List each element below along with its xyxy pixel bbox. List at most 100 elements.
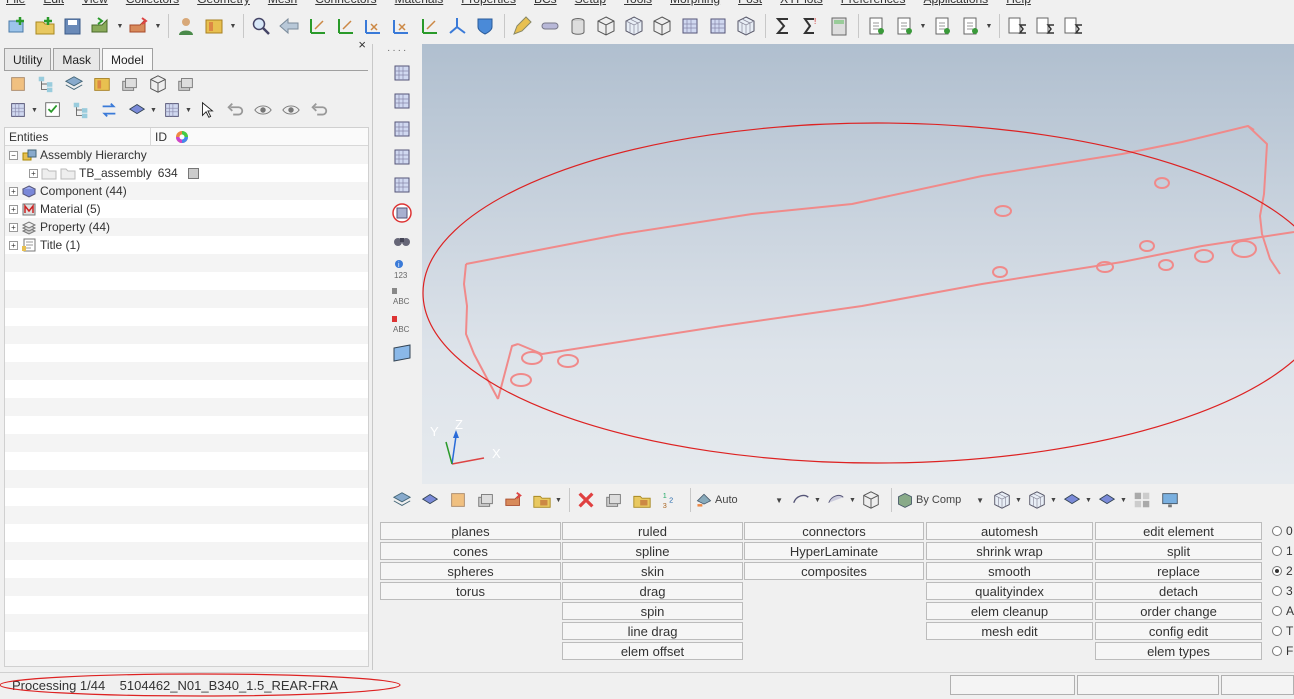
panel-button-automesh[interactable]: automesh	[926, 522, 1093, 540]
dropdown-arrow-icon[interactable]: ▼	[985, 13, 993, 39]
rotate-x-button[interactable]	[304, 13, 330, 39]
morph-button[interactable]	[677, 13, 703, 39]
mesh-fill-button[interactable]	[389, 116, 415, 142]
sum-warn-button[interactable]: !	[798, 13, 824, 39]
view-box-button[interactable]	[389, 340, 415, 366]
dropdown-arrow-icon[interactable]: ▼	[154, 13, 162, 39]
panel-button-planes[interactable]: planes	[380, 522, 561, 540]
page-radio[interactable]: A	[1272, 602, 1294, 620]
menu-properties[interactable]: Properties	[455, 0, 528, 6]
clip-button[interactable]	[472, 13, 498, 39]
cube-display-button[interactable]	[859, 488, 883, 512]
expand-icon[interactable]: +	[9, 186, 18, 196]
tree-row[interactable]: + Title (1)	[5, 236, 368, 254]
import-button[interactable]	[88, 13, 114, 39]
mesh-faces-button[interactable]	[389, 200, 415, 226]
tree-row[interactable]: + TB_assembly 634	[5, 164, 368, 182]
dropdown-arrow-icon[interactable]: ▼	[1050, 497, 1057, 504]
dropdown-arrow-icon[interactable]: ▼	[150, 107, 157, 114]
menu-tools[interactable]: Tools	[618, 0, 664, 6]
undo-visibility-button[interactable]	[307, 98, 331, 122]
show-only-button[interactable]	[279, 98, 303, 122]
binoculars-button[interactable]	[389, 228, 415, 254]
report-folder-button[interactable]	[1032, 13, 1058, 39]
rotate-xz-button[interactable]	[388, 13, 414, 39]
dropdown-arrow-icon[interactable]: ▼	[919, 13, 927, 39]
plane-display-button[interactable]	[1060, 488, 1084, 512]
hierarchy-button[interactable]	[69, 98, 93, 122]
menu-connectors[interactable]: Connectors	[309, 0, 388, 6]
menu-mesh[interactable]: Mesh	[262, 0, 309, 6]
rotate-y-button[interactable]	[332, 13, 358, 39]
collector-button[interactable]	[62, 72, 86, 96]
panel-button-order-change[interactable]: order change	[1095, 602, 1262, 620]
color-mode-select[interactable]: By Comp ▼	[896, 491, 986, 509]
model-files-button[interactable]	[201, 13, 227, 39]
panel-button-spline[interactable]: spline	[562, 542, 743, 560]
dropdown-arrow-icon[interactable]: ▼	[555, 497, 562, 504]
shade-display-button[interactable]	[824, 488, 848, 512]
view-mode-button[interactable]	[6, 98, 30, 122]
menu-bcs[interactable]: BCs	[528, 0, 569, 6]
wire-display-button[interactable]	[789, 488, 813, 512]
tree-row[interactable]: − Assembly Hierarchy	[5, 146, 368, 164]
numbering-button[interactable]: 123	[658, 488, 682, 512]
iso-display-button[interactable]	[1095, 488, 1119, 512]
menu-preferences[interactable]: Preferences	[835, 0, 918, 6]
sum-button[interactable]	[770, 13, 796, 39]
panel-button-drag[interactable]: drag	[562, 582, 743, 600]
menu-view[interactable]: View	[76, 0, 120, 6]
panel-button-connectors[interactable]: connectors	[744, 522, 924, 540]
show-all-button[interactable]	[6, 72, 30, 96]
dropdown-arrow-icon[interactable]: ▼	[185, 107, 192, 114]
comp-display-button[interactable]	[390, 488, 414, 512]
mesh-view-button[interactable]	[389, 60, 415, 86]
property-button[interactable]	[474, 488, 498, 512]
expand-icon[interactable]: +	[9, 204, 18, 214]
panel-button-torus[interactable]: torus	[380, 582, 561, 600]
pointer-button[interactable]	[195, 98, 219, 122]
panel-button-elem-offset[interactable]: elem offset	[562, 642, 743, 660]
menu-help[interactable]: Help	[1000, 0, 1043, 6]
page-radio[interactable]: 1	[1272, 542, 1293, 560]
link-button[interactable]	[537, 13, 563, 39]
toolbar-grip[interactable]: ····	[387, 46, 417, 56]
swap-button[interactable]	[97, 98, 121, 122]
display-mode-button[interactable]	[125, 98, 149, 122]
mesh-grid-button[interactable]	[389, 144, 415, 170]
dropdown-arrow-icon[interactable]: ▼	[1120, 497, 1127, 504]
expand-icon[interactable]: +	[29, 168, 38, 178]
expand-icon[interactable]: +	[9, 222, 18, 232]
label-red-button[interactable]: ABC	[389, 312, 415, 338]
isolate-button[interactable]	[160, 98, 184, 122]
dropdown-arrow-icon[interactable]: ▼	[31, 107, 38, 114]
dropdown-arrow-icon[interactable]: ▼	[814, 497, 821, 504]
filter-folder-button[interactable]	[530, 488, 554, 512]
material-browser-button[interactable]	[90, 72, 114, 96]
collectors-button[interactable]	[602, 488, 626, 512]
panel-button-config-edit[interactable]: config edit	[1095, 622, 1262, 640]
display-mode-select[interactable]: Auto ▼	[695, 491, 785, 509]
entities-column-header[interactable]: Entities	[5, 128, 151, 145]
view-folder-button[interactable]	[630, 488, 654, 512]
panel-button-ruled[interactable]: ruled	[562, 522, 743, 540]
expand-icon[interactable]: +	[9, 240, 18, 250]
tab-utility[interactable]: Utility	[4, 48, 52, 70]
tab-model[interactable]: Model	[102, 48, 153, 70]
triad-view-button[interactable]	[444, 13, 470, 39]
panel-button-mesh-edit[interactable]: mesh edit	[926, 622, 1093, 640]
export-button[interactable]	[126, 13, 152, 39]
color-column-header[interactable]	[175, 128, 195, 145]
panel-button-shrink-wrap[interactable]: shrink wrap	[926, 542, 1093, 560]
panel-button-replace[interactable]: replace	[1095, 562, 1262, 580]
delete-button[interactable]	[574, 488, 598, 512]
open-model-button[interactable]	[32, 13, 58, 39]
tab-mask[interactable]: Mask	[53, 48, 101, 70]
rotate-z-button[interactable]	[360, 13, 386, 39]
mesh-display-button[interactable]	[990, 488, 1014, 512]
panel-button-spheres[interactable]: spheres	[380, 562, 561, 580]
menu-edit[interactable]: Edit	[37, 0, 76, 6]
menu-geometry[interactable]: Geometry	[191, 0, 262, 6]
measure-button[interactable]	[509, 13, 535, 39]
menu-materials[interactable]: Materials	[389, 0, 456, 6]
